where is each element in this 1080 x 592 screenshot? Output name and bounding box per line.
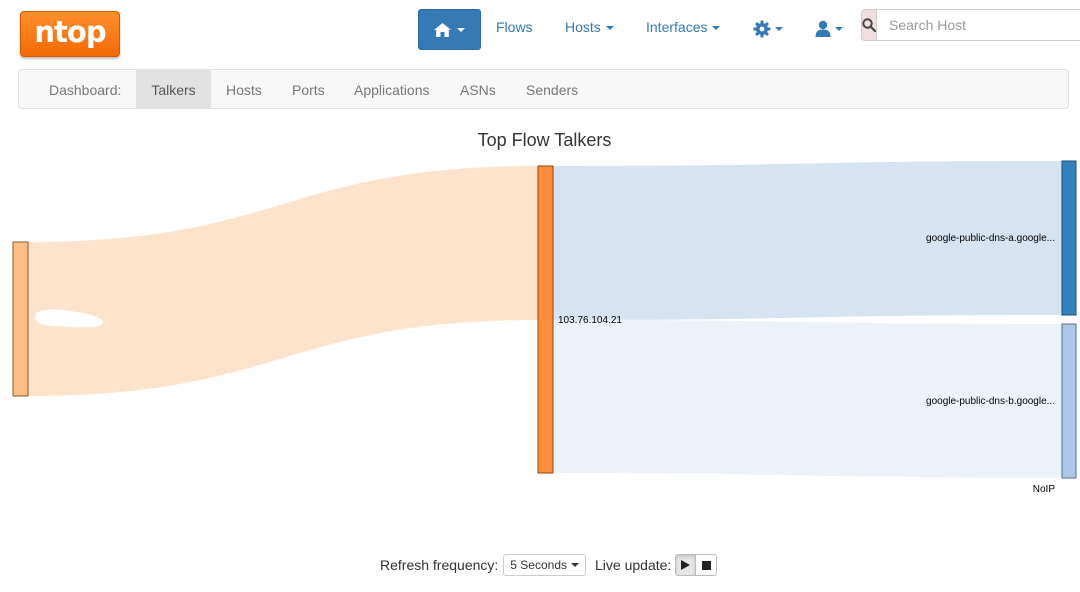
play-icon bbox=[681, 560, 691, 570]
ntop-logo[interactable]: ntop bbox=[20, 11, 120, 57]
search-host-input[interactable] bbox=[876, 9, 1080, 41]
nav-flows[interactable]: Flows bbox=[496, 19, 533, 35]
refresh-frequency-select[interactable]: 5 Seconds bbox=[503, 554, 587, 576]
sankey-node-talker[interactable] bbox=[537, 165, 554, 474]
sankey-node-dns-b-label: google-public-dns-b.google... bbox=[926, 396, 1055, 407]
live-update-toggle bbox=[675, 554, 718, 576]
sankey-chart: 103.76.104.21 google-public-dns-a.google… bbox=[12, 160, 1077, 495]
sankey-link-source-to-talker[interactable] bbox=[28, 166, 538, 396]
nav-hosts-label: Hosts bbox=[565, 19, 601, 35]
sankey-node-source[interactable] bbox=[12, 241, 29, 397]
chevron-down-icon bbox=[712, 26, 721, 31]
dashboard-subnav: Dashboard: Talkers Hosts Ports Applicati… bbox=[18, 69, 1069, 109]
play-button[interactable] bbox=[675, 554, 697, 576]
tab-hosts[interactable]: Hosts bbox=[226, 70, 262, 108]
tab-senders[interactable]: Senders bbox=[526, 70, 578, 108]
gear-icon bbox=[753, 20, 771, 38]
sankey-node-dns-a[interactable] bbox=[1061, 160, 1077, 316]
user-icon bbox=[815, 20, 831, 37]
sankey-node-dns-b[interactable] bbox=[1061, 323, 1077, 479]
nav-interfaces-dropdown[interactable]: Interfaces bbox=[646, 19, 721, 35]
sankey-node-dns-a-label: google-public-dns-a.google... bbox=[926, 233, 1055, 244]
search-host-box bbox=[861, 9, 1080, 41]
sankey-node-noip-label: NoIP bbox=[1033, 484, 1056, 495]
refresh-frequency-value: 5 Seconds bbox=[510, 558, 568, 572]
tab-applications[interactable]: Applications bbox=[354, 70, 430, 108]
chevron-down-icon bbox=[457, 27, 465, 32]
nav-flows-label: Flows bbox=[496, 19, 533, 35]
home-dropdown-button[interactable] bbox=[418, 9, 481, 50]
sankey-node-talker-label: 103.76.104.21 bbox=[558, 315, 622, 326]
user-dropdown[interactable] bbox=[815, 20, 843, 37]
tab-talkers[interactable]: Talkers bbox=[136, 70, 211, 108]
stop-button[interactable] bbox=[696, 554, 718, 576]
dashboard-label: Dashboard: bbox=[49, 82, 122, 98]
logo-text: ntop bbox=[34, 15, 106, 49]
chart-title: Top Flow Talkers bbox=[477, 130, 612, 150]
chevron-down-icon bbox=[571, 563, 580, 567]
tab-ports[interactable]: Ports bbox=[292, 70, 325, 108]
home-icon bbox=[434, 22, 451, 37]
search-icon bbox=[862, 18, 876, 32]
refresh-frequency-label: Refresh frequency: bbox=[380, 557, 499, 573]
nav-interfaces-label: Interfaces bbox=[646, 19, 708, 35]
chevron-down-icon bbox=[775, 27, 783, 31]
chevron-down-icon bbox=[605, 26, 614, 31]
nav-hosts-dropdown[interactable]: Hosts bbox=[565, 19, 614, 35]
chevron-down-icon bbox=[835, 26, 843, 31]
search-button[interactable] bbox=[861, 9, 876, 41]
live-update-label: Live update: bbox=[595, 557, 672, 573]
tab-asns[interactable]: ASNs bbox=[460, 70, 496, 108]
stop-icon bbox=[701, 560, 711, 570]
refresh-controls: Refresh frequency: 5 Seconds Live update… bbox=[380, 553, 718, 577]
settings-dropdown[interactable] bbox=[753, 20, 783, 38]
